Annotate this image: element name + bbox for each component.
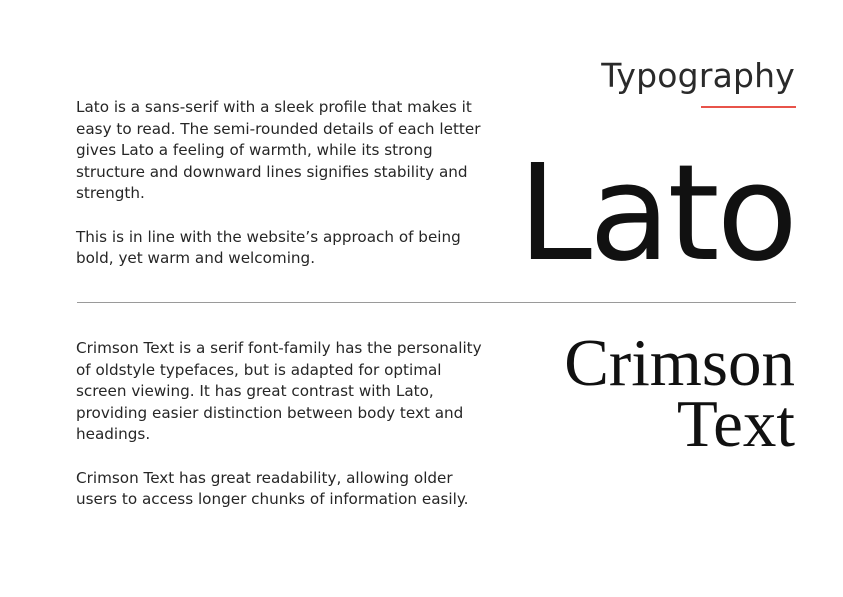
crimson-description: Crimson Text is a serif font-family has … [76,338,486,532]
lato-paragraph: This is in line with the website’s appro… [76,227,461,268]
crimson-paragraph: Crimson Text is a serif font-family has … [76,339,482,444]
lato-description: Lato is a sans-serif with a sleek profil… [76,97,486,291]
lato-paragraph: Lato is a sans-serif with a sleek profil… [76,98,481,203]
crimson-font-sample: Crimson Text [564,326,795,461]
crimson-sample-line: Crimson [564,326,795,400]
title-accent-underline [701,106,796,108]
section-divider [77,302,796,303]
crimson-paragraph: Crimson Text has great readability, allo… [76,468,469,509]
crimson-sample-line: Text [676,387,795,461]
page-title: Typography [601,56,795,95]
lato-font-sample: Lato [517,137,798,291]
